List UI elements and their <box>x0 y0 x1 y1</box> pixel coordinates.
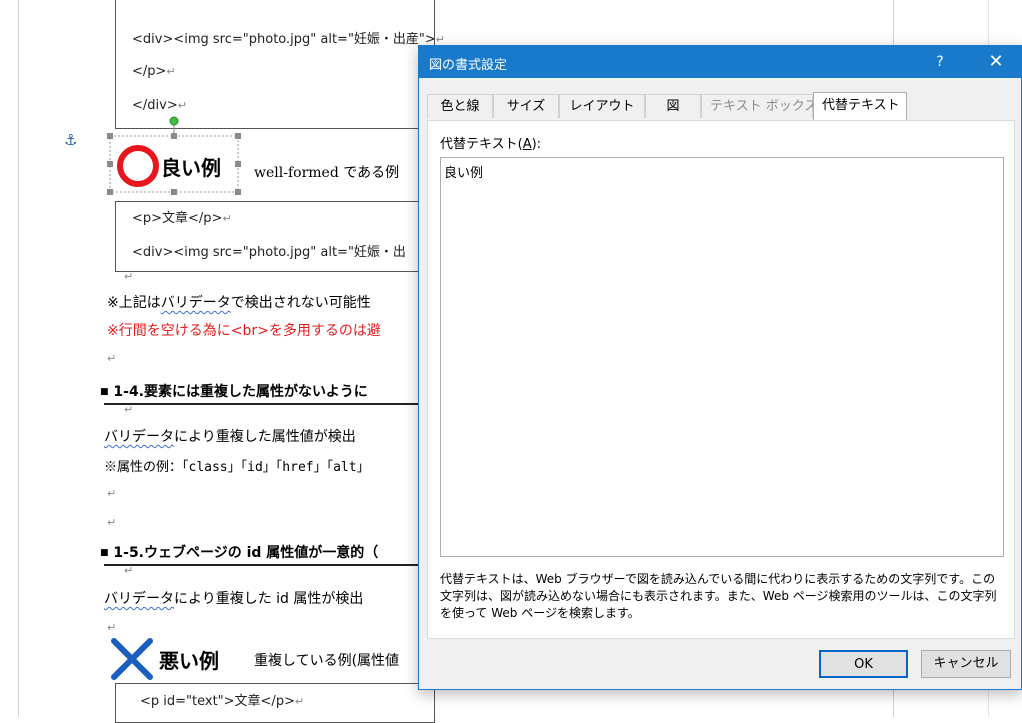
alt-text-input[interactable]: 良い例 <box>440 157 1004 557</box>
return-mark: ↵ <box>107 352 117 365</box>
heading-1-4[interactable]: ■ 1-4.要素には重複した属性がないように <box>100 381 368 401</box>
return-mark: ↵ <box>124 564 134 577</box>
close-button[interactable]: ✕ <box>973 46 1019 78</box>
resize-handle[interactable] <box>235 133 241 139</box>
code-line[interactable]: <div><img src="photo.jpg" alt="妊娠・出 <box>132 241 406 260</box>
code-line[interactable]: </p>↵ <box>132 64 176 79</box>
code-line[interactable]: <p id="text">文章</p>↵ <box>140 690 304 709</box>
resize-handle[interactable] <box>235 161 241 167</box>
heading-rule <box>104 403 434 405</box>
alt-text-panel: 代替テキスト(A): 良い例 代替テキストは、Web ブラウザーで図を読み込んで… <box>427 120 1015 639</box>
alt-text-label: 代替テキスト(A): <box>440 137 542 152</box>
return-mark: ↵ <box>107 621 117 634</box>
return-mark: ↵ <box>124 403 134 416</box>
note-warning-line[interactable]: ※行間を空ける為に<br>を多用するのは避 <box>107 320 381 340</box>
resize-handle[interactable] <box>171 133 177 139</box>
tab-layout[interactable]: レイアウト <box>559 94 645 118</box>
alt-text-description: 代替テキストは、Web ブラウザーで図を読み込んでいる間に代わりに表示するための… <box>440 572 997 620</box>
good-example-text[interactable]: well-formed である例 <box>254 162 399 182</box>
bad-cross-icon <box>111 638 153 680</box>
tab-text-box: テキスト ボックス <box>701 94 817 118</box>
tab-color-line[interactable]: 色と線 <box>427 94 493 118</box>
anchor-icon: ⚓ <box>64 131 78 149</box>
cancel-button[interactable]: キャンセル <box>921 650 1011 678</box>
return-mark: ↵ <box>107 516 117 529</box>
page-left-border <box>18 0 19 717</box>
note-line[interactable]: ※上記はバリデータで検出されない可能性 <box>107 292 371 312</box>
resize-handle[interactable] <box>107 133 113 139</box>
code-line[interactable]: <p>文章</p>↵ <box>132 207 232 226</box>
return-mark: ↵ <box>124 270 134 283</box>
return-mark: ↵ <box>107 487 117 500</box>
heading-rule <box>104 564 434 566</box>
good-circle-icon <box>117 145 159 187</box>
help-button[interactable]: ? <box>925 46 955 78</box>
format-picture-dialog: 図の書式設定 ? ✕ 色と線 サイズ レイアウト 図 テキスト ボックス 代替テ… <box>418 45 1022 690</box>
tab-size[interactable]: サイズ <box>493 94 559 118</box>
bad-example-text[interactable]: 重複している例(属性値 <box>254 650 399 670</box>
paragraph[interactable]: バリデータにより重複した属性値が検出 <box>104 426 356 446</box>
rotate-handle[interactable] <box>169 116 179 126</box>
tab-alt-text[interactable]: 代替テキスト <box>813 92 907 120</box>
bad-example-label: 悪い例 <box>159 649 219 673</box>
resize-handle[interactable] <box>235 189 241 195</box>
heading-1-5[interactable]: ■ 1-5.ウェブページの id 属性値が一意的（ <box>100 542 378 562</box>
good-example-label: 良い例 <box>161 156 221 180</box>
paragraph[interactable]: バリデータにより重複した id 属性が検出 <box>104 588 363 608</box>
dialog-titlebar[interactable]: 図の書式設定 ? ✕ <box>419 46 1021 78</box>
tab-picture[interactable]: 図 <box>645 94 701 118</box>
resize-handle[interactable] <box>107 161 113 167</box>
dialog-title: 図の書式設定 <box>429 58 508 73</box>
code-line[interactable]: <div><img src="photo.jpg" alt="妊娠・出産">↵ <box>132 28 445 47</box>
resize-handle[interactable] <box>107 189 113 195</box>
code-line[interactable]: </div>↵ <box>132 98 187 113</box>
ok-button[interactable]: OK <box>819 650 908 678</box>
paragraph[interactable]: ※属性の例：「class」「id」「href」「alt」 <box>104 456 370 475</box>
resize-handle[interactable] <box>171 189 177 195</box>
